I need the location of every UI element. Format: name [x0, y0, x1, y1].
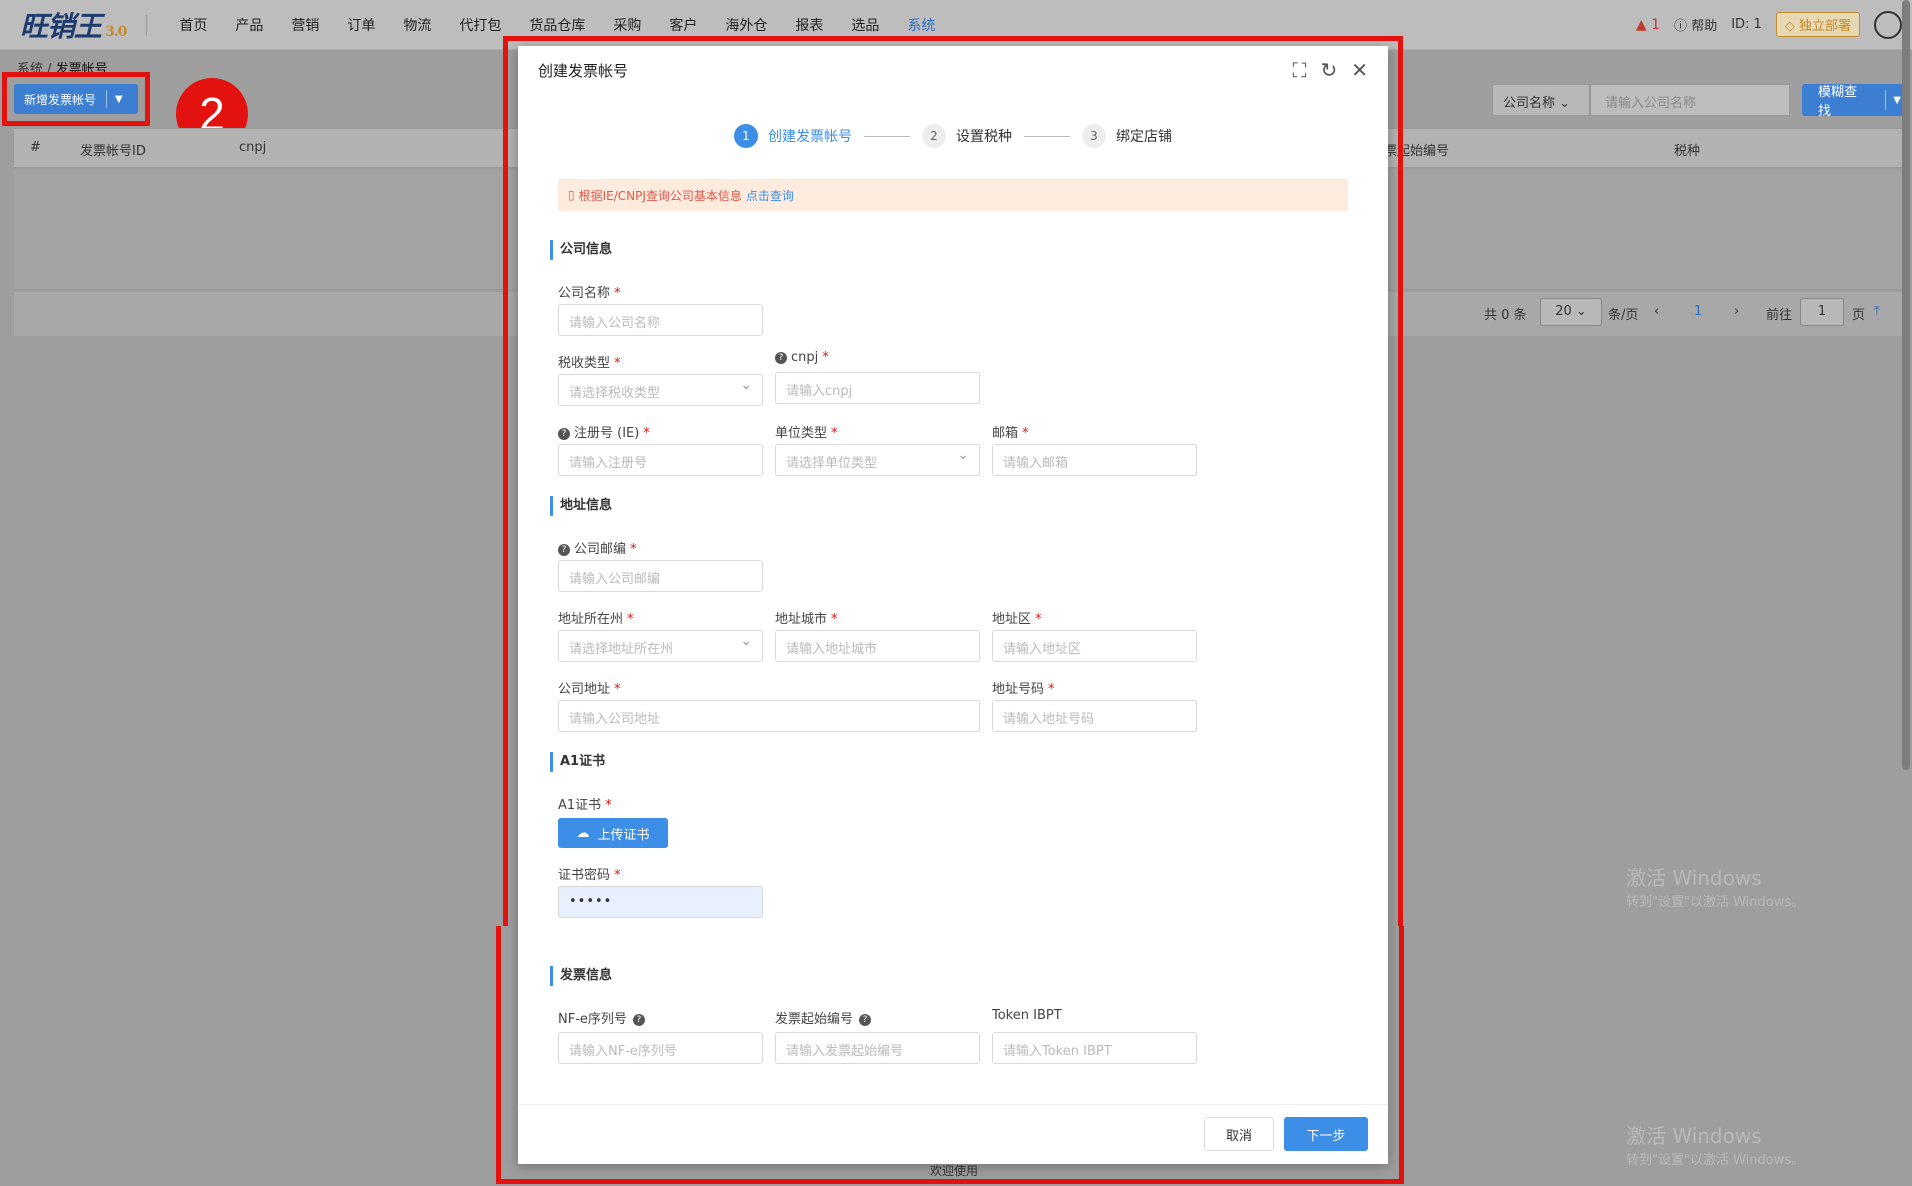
- user-id: ID: 1: [1731, 17, 1762, 32]
- col-account-id: 发票帐号ID: [80, 144, 146, 159]
- nav-item-purchase[interactable]: 采购: [599, 15, 655, 35]
- nav-item-reports[interactable]: 报表: [781, 15, 837, 35]
- avatar[interactable]: [1874, 10, 1902, 39]
- warning-icon: ▲: [1635, 16, 1647, 33]
- col-tax: 税种: [1674, 144, 1701, 159]
- nav-item-marketing[interactable]: 营销: [277, 15, 333, 35]
- windows-watermark: 激活 Windows 转到"设置"以激活 Windows。: [1626, 866, 1805, 910]
- next-page-icon[interactable]: ›: [1734, 304, 1739, 319]
- highlight-box: [496, 926, 1404, 1184]
- prev-page-icon[interactable]: ‹: [1654, 304, 1659, 319]
- nav-item-logistics[interactable]: 物流: [389, 15, 445, 35]
- search-field-select[interactable]: 公司名称 ⌄: [1492, 84, 1590, 116]
- page-size-select[interactable]: 20 ⌄: [1540, 298, 1602, 326]
- per-page-label: 条/页: [1608, 308, 1639, 323]
- goto-page-input[interactable]: 1: [1800, 298, 1844, 326]
- nav-item-orders[interactable]: 订单: [333, 15, 389, 35]
- total-count: 共 0 条: [1484, 308, 1527, 323]
- alert-indicator[interactable]: ▲ 1: [1636, 17, 1660, 33]
- top-right-tools: ▲ 1 ⓘ 帮助 ID: 1 ◇ 独立部署: [1636, 10, 1902, 39]
- windows-watermark-2: 激活 Windows 转到"设置"以激活 Windows。: [1626, 1124, 1805, 1168]
- nav-item-home[interactable]: 首页: [165, 15, 221, 35]
- page-scrollbar[interactable]: [1902, 0, 1910, 770]
- nav-item-product[interactable]: 产品: [221, 15, 277, 35]
- diamond-icon: ◇: [1784, 19, 1795, 34]
- fuzzy-search-button[interactable]: 模糊查找 ▼: [1802, 84, 1908, 119]
- nav-item-warehouse[interactable]: 货品仓库: [515, 15, 599, 35]
- col-index: #: [30, 140, 41, 155]
- question-icon: ⓘ: [1674, 19, 1688, 34]
- highlight-box: [2, 72, 150, 126]
- highlight-box: [503, 36, 1403, 926]
- goto-label: 前往: [1766, 308, 1793, 323]
- nav-item-overseas[interactable]: 海外仓: [711, 15, 781, 35]
- search-button-label: 模糊查找: [1818, 85, 1858, 119]
- back-to-top-icon[interactable]: ⤒: [1874, 304, 1880, 319]
- nav-item-customers[interactable]: 客户: [655, 15, 711, 35]
- divider: [146, 14, 148, 35]
- search-input[interactable]: 请输入公司名称: [1590, 84, 1790, 116]
- nav-item-packing[interactable]: 代打包: [445, 15, 515, 35]
- deploy-button[interactable]: ◇ 独立部署: [1775, 12, 1860, 37]
- page-unit: 页: [1852, 308, 1866, 323]
- nav-item-system[interactable]: 系统: [893, 15, 949, 35]
- page: 旺销王 3.0 首页 产品 营销 订单 物流 代打包 货品仓库 采购 客户 海外仓…: [0, 0, 1912, 1186]
- col-cnpj: cnpj: [239, 140, 267, 155]
- app-logo[interactable]: 旺销王 3.0: [20, 5, 127, 45]
- help-link[interactable]: ⓘ 帮助: [1674, 15, 1717, 34]
- nav-item-selection[interactable]: 选品: [837, 15, 893, 35]
- main-nav: 首页 产品 营销 订单 物流 代打包 货品仓库 采购 客户 海外仓 报表 选品 …: [165, 15, 949, 35]
- page-number[interactable]: 1: [1694, 304, 1702, 319]
